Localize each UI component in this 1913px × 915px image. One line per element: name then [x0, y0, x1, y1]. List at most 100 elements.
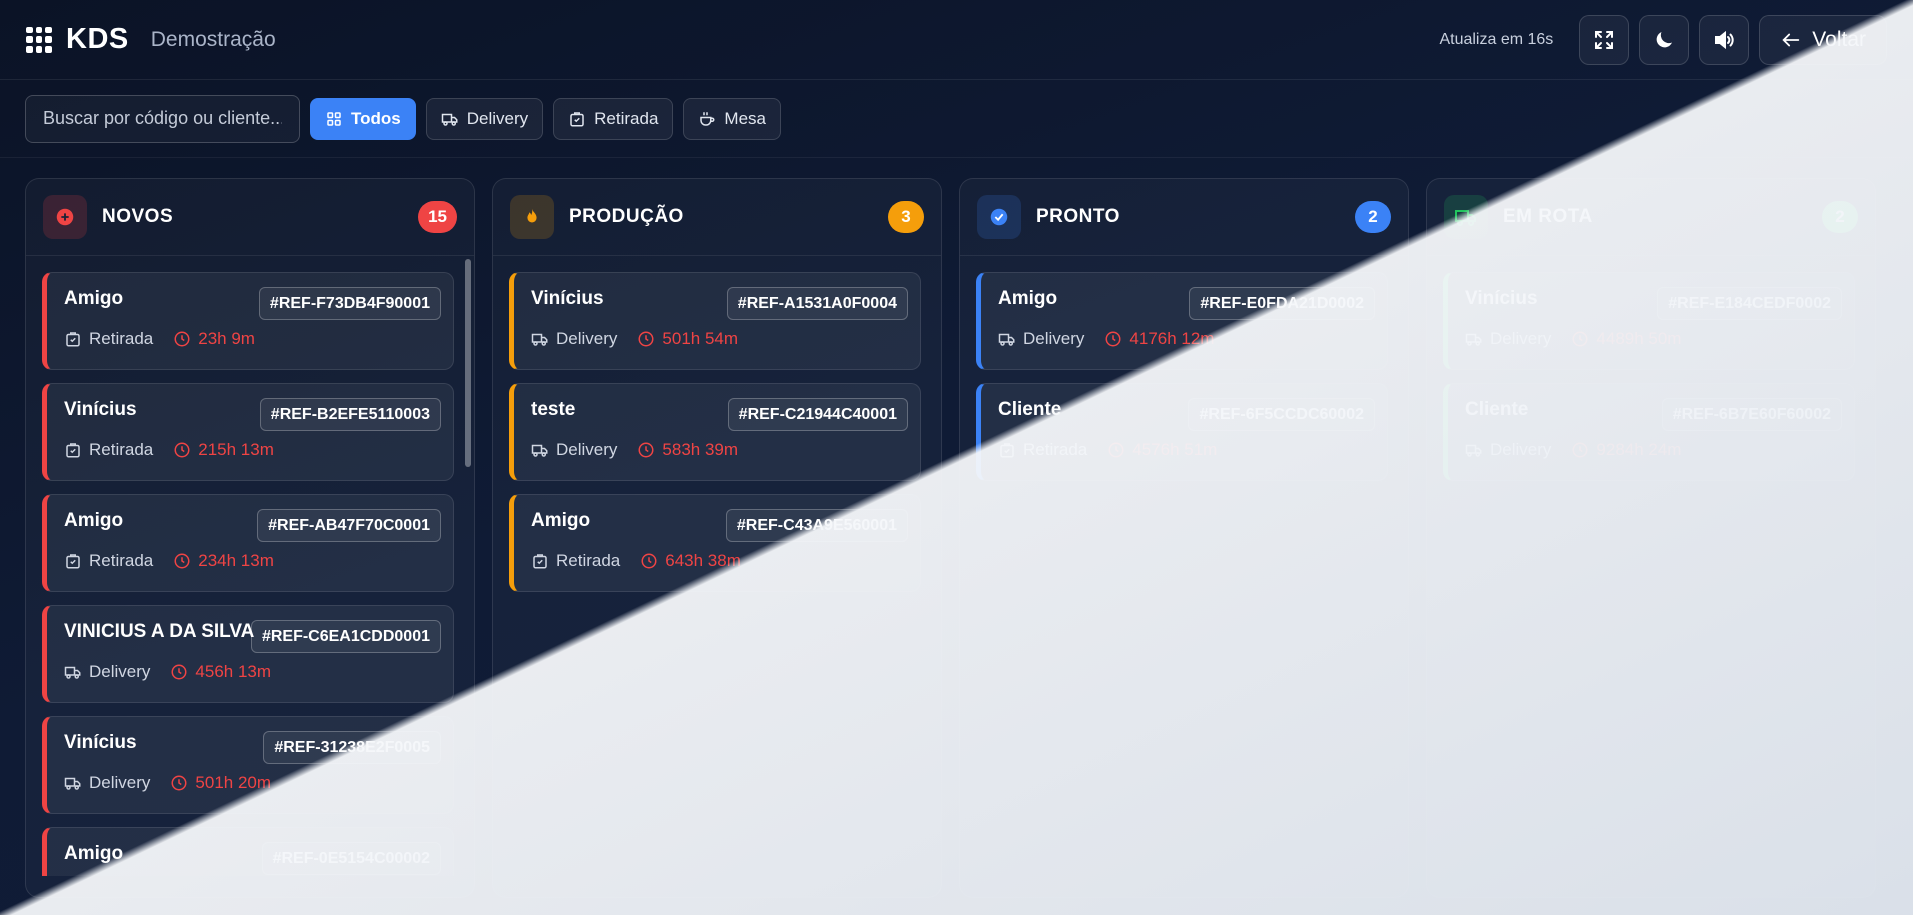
- order-elapsed: 583h 39m: [637, 440, 738, 460]
- flame-icon: [510, 195, 554, 239]
- order-ref-badge: #REF-31238E2F0005: [263, 731, 441, 764]
- column-count-badge: 3: [888, 201, 924, 233]
- order-elapsed: 234h 13m: [173, 551, 274, 571]
- truck-icon: [1444, 195, 1488, 239]
- filter-delivery-button[interactable]: Delivery: [425, 97, 544, 140]
- order-ref-badge: #REF-C21944C40001: [727, 398, 908, 431]
- order-elapsed: 4489h 50m: [1571, 329, 1681, 349]
- column-title: PRONTO: [1036, 206, 1120, 227]
- filter-bar: Todos Delivery Retirada Mesa: [0, 80, 1913, 158]
- filter-mesa-button[interactable]: Mesa: [683, 97, 781, 140]
- clock-icon: [1108, 442, 1124, 458]
- clock-icon: [638, 442, 654, 458]
- truck-icon: [998, 333, 1015, 346]
- clock-icon: [174, 331, 190, 347]
- order-card[interactable]: Vinícius #REF-B2EFE5110003 Retirada 215h…: [42, 383, 454, 481]
- order-card[interactable]: teste #REF-C21944C40001 Delivery 583h 39…: [509, 383, 921, 481]
- truck-icon: [531, 333, 548, 346]
- clock-icon: [171, 775, 187, 791]
- order-type-label: Delivery: [1490, 440, 1552, 459]
- brand-title: KDS: [66, 23, 129, 55]
- order-ref-badge: #REF-E0FDA21D0002: [1189, 287, 1375, 320]
- truck-icon: [1465, 444, 1482, 457]
- order-type: Delivery: [531, 440, 617, 460]
- filter-label: Mesa: [724, 108, 766, 128]
- kanban-board: NOVOS 15 Amigo #REF-F73DB4F90001 Retirad…: [25, 178, 1891, 898]
- bag-icon: [66, 554, 80, 569]
- fullscreen-button[interactable]: [1579, 14, 1630, 65]
- order-ref-badge: #REF-6F5CCDC60002: [1188, 398, 1375, 431]
- order-elapsed-label: 583h 39m: [662, 440, 739, 459]
- refresh-countdown: Atualiza em 16s: [1439, 30, 1554, 48]
- order-type-label: Retirada: [89, 440, 154, 459]
- column-title: EM ROTA: [1503, 206, 1593, 227]
- order-type: Delivery: [64, 773, 150, 793]
- filter-retirada-button[interactable]: Retirada: [553, 97, 674, 140]
- order-card[interactable]: Amigo #REF-F73DB4F90001 Retirada 23h 9m: [42, 272, 454, 370]
- truck-icon: [1465, 333, 1482, 346]
- order-card[interactable]: Cliente #REF-6F5CCDC60002 Retirada 4576h…: [976, 383, 1388, 481]
- order-card[interactable]: Vinícius #REF-A1531A0F0004 Delivery 501h…: [509, 272, 921, 370]
- order-card[interactable]: Amigo #REF-AB47F70C0001 Retirada 234h 13…: [42, 494, 454, 592]
- order-ref-badge: #REF-AB47F70C0001: [257, 509, 441, 542]
- expand-icon: [1595, 30, 1614, 49]
- back-button-label: Voltar: [1812, 27, 1866, 51]
- bag-icon: [533, 554, 547, 569]
- order-elapsed: 501h 20m: [170, 773, 271, 793]
- order-card[interactable]: Amigo #REF-E0FDA21D0002 Delivery 4176h 1…: [976, 272, 1388, 370]
- order-meta: Retirada 643h 38m: [531, 551, 906, 571]
- card-list[interactable]: Vinícius #REF-A1531A0F0004 Delivery 501h…: [493, 256, 941, 876]
- order-ref-badge: #REF-B2EFE5110003: [259, 398, 441, 431]
- plus-circle-icon: [43, 195, 87, 239]
- card-list[interactable]: Amigo #REF-F73DB4F90001 Retirada 23h 9m …: [26, 256, 474, 876]
- order-elapsed: 456h 13m: [170, 662, 271, 682]
- filter-todos-button[interactable]: Todos: [310, 97, 416, 140]
- order-elapsed: 215h 13m: [173, 440, 274, 460]
- order-elapsed-label: 4489h 50m: [1596, 329, 1682, 348]
- order-card[interactable]: Amigo #REF-0E5154C00002: [42, 827, 454, 876]
- back-button[interactable]: Voltar: [1759, 14, 1887, 65]
- order-meta: Retirada 215h 13m: [64, 440, 439, 460]
- order-elapsed: 4576h 51m: [1107, 440, 1217, 460]
- order-type: Delivery: [1465, 440, 1551, 460]
- card-list[interactable]: Amigo #REF-E0FDA21D0002 Delivery 4176h 1…: [960, 256, 1408, 876]
- truck-icon: [441, 113, 458, 126]
- order-ref-badge: #REF-F73DB4F90001: [258, 287, 441, 320]
- column-em-rota: EM ROTA 2 Vinícius #REF-E184CEDF0002 Del…: [1426, 178, 1876, 898]
- order-elapsed: 501h 54m: [637, 329, 738, 349]
- order-type: Retirada: [531, 551, 620, 571]
- order-card[interactable]: VINICIUS A DA SILVA #REF-C6EA1CDD0001 De…: [42, 605, 454, 703]
- column-header: PRODUÇÃO 3: [493, 179, 941, 256]
- order-card[interactable]: Amigo #REF-C43A9E560001 Retirada 643h 38…: [509, 494, 921, 592]
- arrow-left-icon: [1782, 33, 1800, 46]
- order-elapsed: 9284h 24m: [1571, 440, 1681, 460]
- order-type-label: Retirada: [89, 329, 154, 348]
- order-card[interactable]: Cliente #REF-6B7E60F60002 Delivery 9284h…: [1443, 383, 1855, 481]
- order-meta: Delivery 501h 54m: [531, 329, 906, 349]
- order-elapsed: 4176h 12m: [1104, 329, 1214, 349]
- order-meta: Retirada 234h 13m: [64, 551, 439, 571]
- order-type-label: Delivery: [1490, 329, 1552, 348]
- order-type: Retirada: [998, 440, 1087, 460]
- cup-icon: [700, 111, 715, 126]
- order-ref-badge: #REF-E184CEDF0002: [1657, 287, 1842, 320]
- card-list[interactable]: Vinícius #REF-E184CEDF0002 Delivery 4489…: [1427, 256, 1875, 876]
- order-card[interactable]: Vinícius #REF-E184CEDF0002 Delivery 4489…: [1443, 272, 1855, 370]
- sound-toggle-button[interactable]: [1699, 14, 1750, 65]
- order-meta: Delivery 9284h 24m: [1465, 440, 1840, 460]
- column-producao: PRODUÇÃO 3 Vinícius #REF-A1531A0F0004 De…: [492, 178, 942, 898]
- theme-toggle-button[interactable]: [1639, 14, 1690, 65]
- order-ref-badge: #REF-C6EA1CDD0001: [250, 620, 441, 653]
- search-input[interactable]: [25, 94, 300, 143]
- order-type: Retirada: [64, 440, 153, 460]
- apps-grid-icon[interactable]: [26, 26, 52, 53]
- order-meta: Retirada 23h 9m: [64, 329, 439, 349]
- order-ref-badge: #REF-C43A9E560001: [725, 509, 908, 542]
- column-scrollbar[interactable]: [465, 259, 471, 467]
- order-card[interactable]: Vinícius #REF-31238E2F0005 Delivery 501h…: [42, 716, 454, 814]
- order-type-label: Retirada: [1023, 440, 1088, 459]
- clock-icon: [641, 553, 657, 569]
- order-ref-badge: #REF-0E5154C00002: [261, 842, 441, 875]
- order-elapsed-label: 456h 13m: [195, 662, 272, 681]
- store-subtitle: Demostração: [150, 27, 276, 51]
